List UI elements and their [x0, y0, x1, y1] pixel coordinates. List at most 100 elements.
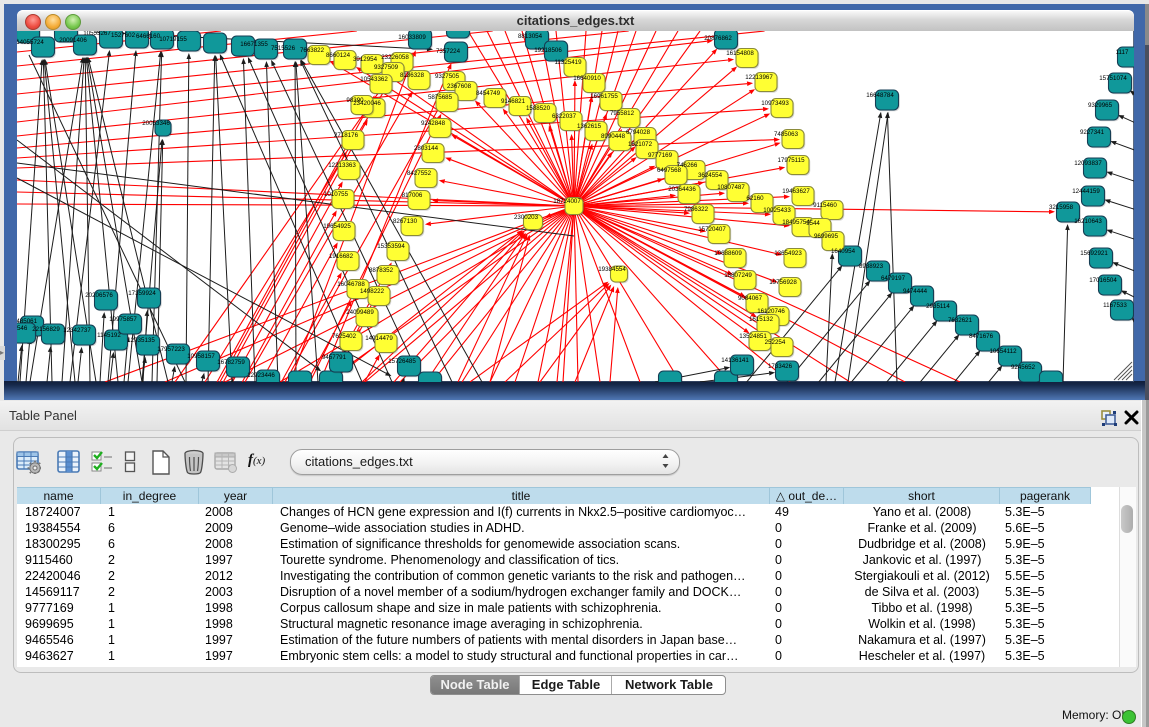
svg-text:14055724: 14055724: [17, 39, 44, 46]
svg-text:13524851: 13524851: [739, 333, 767, 340]
svg-text:14136141: 14136141: [721, 357, 749, 364]
svg-text:8186328: 8186328: [400, 72, 425, 79]
svg-text:8990448: 8990448: [601, 133, 626, 140]
svg-text:9245652: 9245652: [1011, 364, 1036, 371]
svg-text:2300203: 2300203: [514, 214, 539, 221]
svg-text:10025433: 10025433: [763, 207, 791, 214]
svg-text:16046788: 16046788: [337, 281, 365, 288]
svg-text:1498222: 1498222: [360, 288, 385, 295]
svg-text:7663822: 7663822: [300, 47, 325, 54]
svg-text:391546: 391546: [17, 325, 28, 332]
svg-text:19463627: 19463627: [782, 188, 810, 195]
svg-text:1145192: 1145192: [97, 332, 121, 339]
svg-text:1640954: 1640954: [831, 248, 856, 255]
svg-text:13654923: 13654923: [774, 250, 802, 257]
svg-text:7515526: 7515526: [271, 45, 296, 52]
svg-text:16210643: 16210643: [1074, 218, 1102, 225]
svg-text:98390: 98390: [346, 97, 364, 104]
svg-text:15726485: 15726485: [388, 358, 416, 365]
svg-text:2935114: 2935114: [926, 303, 950, 310]
svg-text:12923446: 12923446: [247, 372, 275, 379]
svg-text:2718176: 2718176: [334, 132, 359, 139]
svg-text:6497568: 6497568: [657, 167, 682, 174]
svg-text:8938923: 8938923: [859, 263, 884, 270]
svg-text:20206576: 20206576: [85, 292, 113, 299]
svg-text:16640910: 16640910: [573, 75, 601, 82]
svg-text:18724007: 18724007: [553, 198, 581, 205]
svg-text:1621072: 1621072: [628, 141, 653, 148]
svg-text:7357224: 7357224: [436, 48, 461, 55]
svg-text:16671355: 16671355: [240, 41, 268, 48]
svg-text:9699695: 9699695: [814, 233, 839, 240]
svg-text:15751074: 15751074: [1099, 75, 1127, 82]
svg-text:1167533: 1167533: [1103, 302, 1127, 309]
svg-text:10958157: 10958157: [187, 353, 215, 360]
svg-text:19218506: 19218506: [534, 47, 562, 54]
svg-text:22156829: 22156829: [32, 326, 60, 333]
svg-text:6466160: 6466160: [136, 33, 161, 40]
svg-text:1527602: 1527602: [111, 32, 136, 39]
svg-text:252254: 252254: [765, 339, 786, 346]
svg-text:17975115: 17975115: [777, 157, 805, 164]
svg-text:15692921: 15692921: [1080, 250, 1108, 257]
svg-text:3215958: 3215958: [1049, 204, 1074, 211]
svg-text:12213967: 12213967: [745, 74, 773, 81]
svg-text:3624554: 3624554: [698, 172, 723, 179]
svg-text:10807487: 10807487: [717, 184, 745, 191]
svg-text:1010755: 1010755: [324, 191, 349, 198]
svg-text:10688609: 10688609: [714, 250, 742, 257]
svg-text:19384554: 19384554: [598, 266, 626, 273]
svg-text:817006: 817006: [402, 192, 423, 199]
svg-text:16120746: 16120746: [757, 308, 785, 315]
svg-text:10543362: 10543362: [360, 76, 388, 83]
svg-text:14914479: 14914479: [365, 335, 393, 342]
svg-text:18807249: 18807249: [724, 272, 752, 279]
svg-text:12342737: 12342737: [63, 327, 91, 334]
svg-text:20091406: 20091406: [59, 37, 87, 44]
svg-text:9474444: 9474444: [903, 288, 928, 295]
svg-text:16782759: 16782759: [217, 359, 245, 366]
svg-text:24099489: 24099489: [346, 309, 374, 316]
svg-text:11325419: 11325419: [554, 59, 582, 66]
svg-text:7625402: 7625402: [332, 333, 357, 340]
svg-text:6479197: 6479197: [881, 275, 906, 282]
svg-text:12444159: 12444159: [1072, 188, 1100, 195]
svg-text:20876862: 20876862: [704, 35, 732, 42]
svg-text:8454749: 8454749: [476, 90, 501, 97]
svg-text:16648784: 16648784: [866, 92, 894, 99]
svg-text:19654925: 19654925: [323, 223, 351, 230]
svg-text:9329965: 9329965: [1088, 102, 1113, 109]
svg-text:10719155: 10719155: [159, 36, 187, 43]
svg-text:7986322: 7986322: [684, 206, 709, 213]
svg-text:8813054: 8813054: [518, 33, 543, 40]
svg-text:1117: 1117: [1116, 49, 1129, 56]
svg-text:9485061: 9485061: [17, 318, 38, 325]
svg-text:1588520: 1588520: [526, 105, 551, 112]
svg-text:9777169: 9777169: [648, 152, 673, 159]
svg-text:8427552: 8427552: [407, 170, 432, 177]
svg-text:9327505: 9327505: [435, 73, 460, 80]
svg-text:7632621: 7632621: [948, 317, 973, 324]
svg-text:10973493: 10973493: [761, 100, 789, 107]
svg-text:9084067: 9084067: [738, 295, 763, 302]
svg-text:10654112: 10654112: [989, 348, 1017, 355]
svg-text:10553267: 10553267: [83, 31, 111, 37]
svg-text:3912954: 3912954: [353, 56, 378, 63]
svg-text:2367608: 2367608: [447, 83, 472, 90]
svg-text:20053346: 20053346: [142, 120, 170, 127]
svg-text:19756928: 19756928: [769, 279, 797, 286]
svg-text:15353594: 15353594: [377, 243, 405, 250]
svg-text:1733426: 1733426: [768, 363, 793, 370]
svg-text:5875685: 5875685: [428, 94, 453, 101]
svg-text:8471676: 8471676: [969, 333, 994, 340]
svg-text:1362615: 1362615: [577, 123, 602, 130]
svg-text:1916682: 1916682: [329, 253, 354, 260]
svg-text:62160: 62160: [746, 195, 764, 202]
svg-text:8878352: 8878352: [369, 267, 394, 274]
svg-text:17957223: 17957223: [157, 346, 185, 353]
svg-text:9227341: 9227341: [1080, 129, 1105, 136]
svg-text:9146821: 9146821: [501, 98, 526, 105]
svg-text:19975857: 19975857: [109, 316, 137, 323]
svg-text:7955812: 7955812: [610, 110, 635, 117]
svg-text:8267130: 8267130: [393, 218, 418, 225]
